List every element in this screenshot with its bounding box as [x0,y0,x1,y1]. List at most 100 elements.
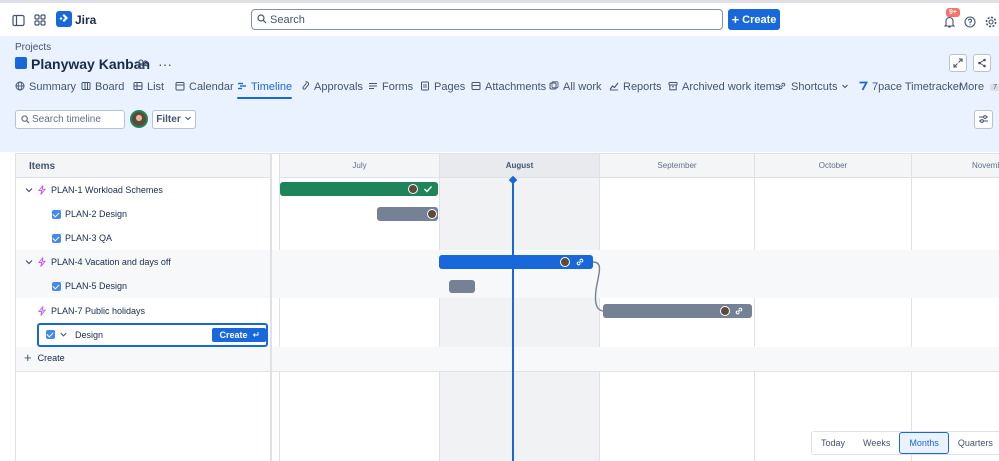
reports-icon [609,81,619,94]
task-checkbox-icon [52,233,61,243]
row-band [16,347,999,371]
epic-lightning-icon [37,306,47,316]
tab-7pace-timetracker[interactable]: 7pace Timetracker [858,76,962,98]
items-panel-divider[interactable] [270,154,272,461]
search-input[interactable] [270,12,710,27]
tab-pages[interactable]: Pages [420,76,465,98]
tab-all-work[interactable]: All work [549,76,602,98]
search-icon [21,115,30,124]
tab-label: More [959,81,985,93]
all-work-icon [549,80,559,94]
tab-more[interactable]: More 7 [959,76,999,98]
tab-timeline[interactable]: Timeline [237,76,293,99]
item-title[interactable]: PLAN-7 Public holidays [51,306,145,316]
chevron-down-icon [841,81,849,93]
share-icon[interactable] [973,54,991,72]
timeline-bar-plan-7[interactable] [603,304,752,318]
sidebar-toggle-icon[interactable] [10,12,26,28]
timeline-search[interactable] [15,110,125,129]
page-title: Planyway Kanban [31,56,151,72]
tab-attachments[interactable]: Attachments [471,76,546,98]
tab-forms[interactable]: Forms [368,76,413,98]
assignee-avatar [720,306,730,316]
tab-shortcuts[interactable]: Shortcuts [777,76,849,98]
archive-icon [668,81,678,94]
list-item-plan-7[interactable]: PLAN-7 Public holidays [16,299,270,323]
tab-reports[interactable]: Reports [609,76,662,98]
chevron-down-icon[interactable] [24,185,34,195]
task-checkbox-icon [52,281,61,291]
tab-label: Reports [623,81,662,93]
chevron-down-icon[interactable] [24,257,34,267]
plus-icon: + [731,11,740,27]
timeline-bar-plan-2[interactable] [377,207,438,221]
create-item-row[interactable]: + Create [24,350,65,365]
item-title[interactable]: PLAN-2 Design [65,209,127,219]
tab-list[interactable]: List [133,76,164,98]
app-name[interactable]: Jira [75,13,96,27]
view-settings-button[interactable] [974,110,993,129]
zoom-today-button[interactable]: Today [812,432,855,454]
list-item-plan-5[interactable]: PLAN-5 Design [16,274,270,298]
item-title[interactable]: PLAN-3 QA [65,233,112,243]
breadcrumb[interactable]: Projects [15,42,51,53]
item-title[interactable]: PLAN-5 Design [65,281,127,291]
tab-label: All work [563,81,602,93]
timeline-zoom-toggle: Today Weeks Months Quarters [811,431,999,455]
item-title[interactable]: PLAN-1 Workload Schemes [51,185,163,195]
timeline-grid: Items July August September October Nove… [15,153,999,461]
tab-approvals[interactable]: Approvals [300,76,363,98]
app-switcher-icon[interactable] [32,12,48,28]
timeline-bar-plan-1[interactable] [280,182,438,196]
filter-button[interactable]: Filter [152,110,196,129]
more-actions-icon[interactable]: ··· [156,55,174,73]
timeline-search-input[interactable] [32,113,122,126]
fullscreen-icon[interactable] [949,54,967,72]
list-item-plan-3[interactable]: PLAN-3 QA [16,226,270,250]
jira-logo-icon[interactable] [56,11,72,27]
dependency-connector[interactable] [586,258,608,314]
approvals-icon [300,80,310,94]
tab-label: Timeline [251,81,293,93]
tab-archived-work-items[interactable]: Archived work items [668,76,780,98]
tab-label: Archived work items [682,81,781,93]
tab-summary[interactable]: Summary [15,76,76,98]
chevron-down-icon[interactable] [59,330,68,339]
month-header-november: Novemb [911,154,999,178]
list-item-plan-2[interactable]: PLAN-2 Design [16,202,270,226]
tab-label: Shortcuts [791,81,838,93]
epic-lightning-icon [37,257,47,267]
team-members-icon[interactable] [134,55,152,73]
list-item-plan-1[interactable]: PLAN-1 Workload Schemes [16,178,270,202]
assignee-avatar [560,257,570,267]
project-tabs: Summary Board List Calendar Timeline App… [0,76,999,99]
user-avatar-filter[interactable] [130,110,148,128]
global-create-button[interactable]: + Create [728,9,780,30]
item-title[interactable]: PLAN-4 Vacation and days off [51,257,171,267]
list-item-plan-4[interactable]: PLAN-4 Vacation and days off [16,250,270,274]
inline-create-button[interactable]: Create [212,328,266,342]
zoom-weeks-button[interactable]: Weeks [854,432,900,454]
global-search[interactable] [251,9,723,30]
notification-badge: 9+ [946,8,960,17]
attachments-icon [471,81,481,94]
timeline-bar-plan-5[interactable] [449,280,475,293]
task-checkbox-icon[interactable] [46,330,55,339]
new-item-title-input[interactable] [75,328,195,342]
tab-calendar[interactable]: Calendar [175,76,234,98]
assignee-avatar [408,184,418,194]
board-icon [81,81,91,94]
chevron-down-icon [184,114,192,125]
new-item-editor[interactable]: Create [37,323,268,347]
tab-label: 7pace Timetracker [872,81,963,93]
plus-icon: + [24,350,32,365]
zoom-months-button[interactable]: Months [899,432,949,454]
zoom-quarters-button[interactable]: Quarters [948,432,999,454]
task-checkbox-icon [52,209,61,219]
project-header: Projects Planyway Kanban ··· Summary Boa… [0,36,999,152]
timeline-bar-plan-4[interactable] [439,255,593,269]
tab-board[interactable]: Board [81,76,124,98]
settings-gear-icon[interactable] [983,14,999,30]
help-icon[interactable] [962,14,978,30]
month-header-july: July [279,154,439,178]
